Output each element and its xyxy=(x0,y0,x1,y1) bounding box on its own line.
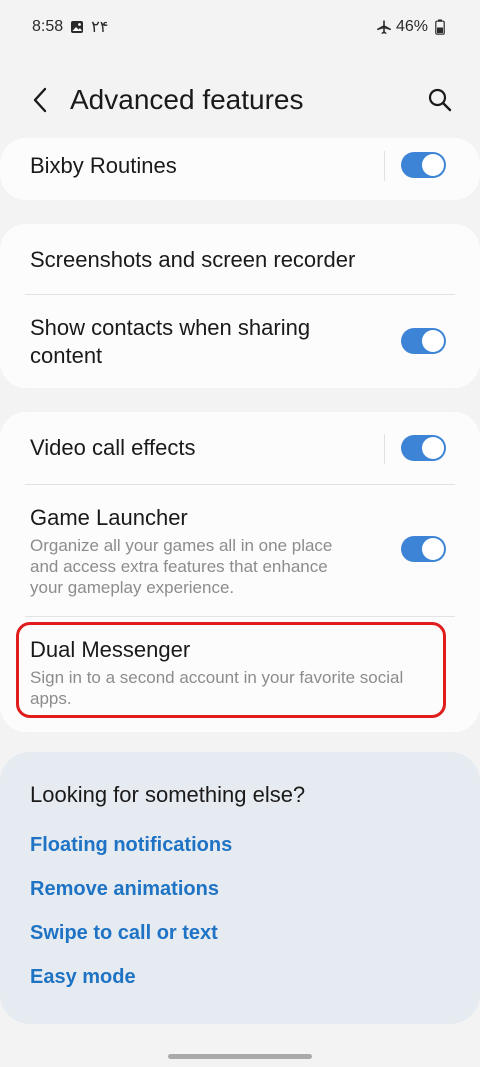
setting-video-call-effects[interactable]: Video call effects xyxy=(0,412,480,484)
link-floating-notifications[interactable]: Floating notifications xyxy=(30,834,232,857)
link-easy-mode[interactable]: Easy mode xyxy=(30,966,136,989)
setting-subtitle-line3: your gameplay experience. xyxy=(30,578,235,597)
status-bar: 8:58 ۲۴ 46% xyxy=(0,0,480,54)
divider-vertical xyxy=(384,434,385,464)
status-time: 8:58 xyxy=(32,18,64,35)
home-indicator[interactable] xyxy=(168,1054,312,1059)
status-extra: ۲۴ xyxy=(91,19,109,36)
video-call-effects-toggle[interactable] xyxy=(401,435,446,461)
show-contacts-toggle[interactable] xyxy=(401,328,446,354)
status-right: 46% xyxy=(376,18,448,36)
bixby-routines-toggle[interactable] xyxy=(401,152,446,178)
setting-subtitle-line2: and access extra features that enhance xyxy=(30,557,328,576)
setting-title: Game Launcher xyxy=(30,505,188,530)
suggestions-title: Looking for something else? xyxy=(30,782,306,807)
setting-bixby-routines[interactable]: Bixby Routines xyxy=(0,138,480,200)
setting-title: Bixby Routines xyxy=(30,153,177,178)
link-remove-animations[interactable]: Remove animations xyxy=(30,878,219,901)
setting-show-contacts[interactable]: Show contacts when sharing content xyxy=(0,295,480,387)
back-arrow-icon xyxy=(33,87,47,113)
link-swipe-to-call[interactable]: Swipe to call or text xyxy=(30,922,218,945)
app-header: Advanced features xyxy=(0,70,480,130)
setting-title: Screenshots and screen recorder xyxy=(30,247,356,272)
airplane-icon xyxy=(376,19,392,35)
battery-icon xyxy=(432,19,448,35)
highlight-box xyxy=(16,622,446,718)
page-title: Advanced features xyxy=(70,84,304,115)
setting-game-launcher[interactable]: Game Launcher Organize all your games al… xyxy=(0,485,480,615)
gallery-icon xyxy=(69,19,85,35)
divider xyxy=(25,616,455,617)
setting-title-line1: Show contacts when sharing xyxy=(30,315,311,340)
back-button[interactable] xyxy=(24,84,56,116)
setting-screenshots[interactable]: Screenshots and screen recorder xyxy=(0,224,480,294)
search-icon xyxy=(428,88,452,112)
search-button[interactable] xyxy=(424,84,456,116)
game-launcher-toggle[interactable] xyxy=(401,536,446,562)
setting-subtitle-line1: Organize all your games all in one place xyxy=(30,536,333,555)
battery-percent: 46% xyxy=(395,18,428,35)
status-left: 8:58 ۲۴ xyxy=(32,17,108,37)
divider-vertical xyxy=(384,151,385,181)
setting-title: Video call effects xyxy=(30,435,196,460)
setting-title-line2: content xyxy=(30,343,103,368)
